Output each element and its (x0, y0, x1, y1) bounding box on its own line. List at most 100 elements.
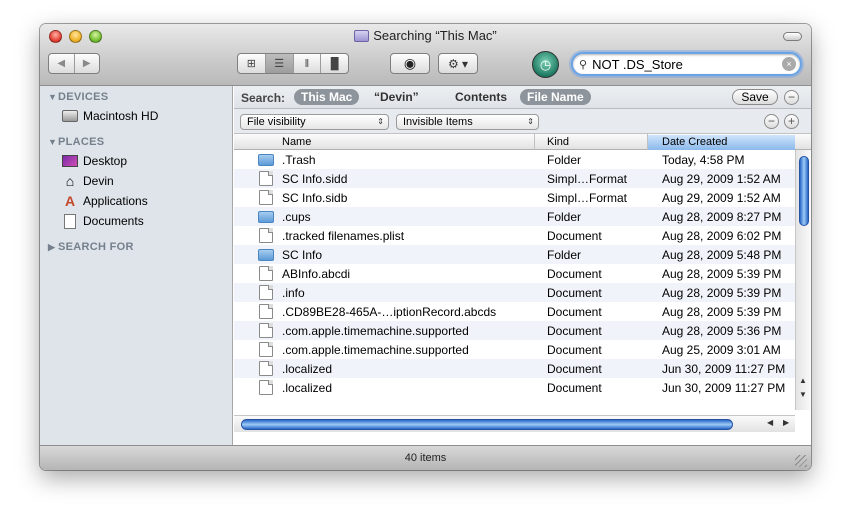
file-row[interactable]: .Trash Folder Today, 4:58 PM (234, 150, 795, 169)
save-search-button[interactable]: Save (732, 89, 778, 105)
sidebar-item-label: Applications (83, 194, 148, 208)
file-date-created: Jun 30, 2009 11:27 PM (662, 361, 786, 376)
file-row[interactable]: SC Info.sidb Simpl…Format Aug 29, 2009 1:5… (234, 188, 795, 207)
time-machine-button[interactable]: ◷ (532, 51, 559, 78)
document-icon (259, 285, 273, 300)
status-bar: 40 items (40, 445, 811, 470)
clear-search-icon[interactable]: × (782, 57, 796, 71)
scroll-left-arrow-icon[interactable]: ◀ (767, 418, 773, 427)
file-row[interactable]: SC Info Folder Aug 28, 2009 5:48 PM (234, 245, 795, 264)
forward-button[interactable]: ▶ (73, 54, 100, 73)
toolbar-toggle-button[interactable] (783, 32, 802, 41)
criteria-attribute-value: File visibility (247, 116, 306, 128)
contents-button[interactable]: Contents (448, 89, 514, 105)
file-name: .com.apple.timemachine.supported (282, 342, 469, 357)
desktop-icon (62, 155, 78, 167)
file-date-created: Aug 28, 2009 5:39 PM (662, 285, 782, 300)
file-row[interactable]: .CD89BE28-465A-…iptionRecord.abcds Docume… (234, 302, 795, 321)
file-row[interactable]: SC Info.sidd Simpl…Format Aug 29, 2009 1:5… (234, 169, 795, 188)
column-view-button[interactable]: ‖ (292, 54, 321, 73)
item-count: 40 items (404, 452, 447, 464)
file-name: SC Info.sidb (282, 190, 348, 205)
document-icon (259, 361, 273, 376)
file-name: .localized (282, 380, 333, 395)
file-kind: Simpl…Format (547, 171, 628, 186)
sidebar-header-devices[interactable]: ▼DEVICES (48, 91, 108, 103)
file-kind: Document (547, 380, 602, 395)
column-header-name[interactable]: Name (282, 135, 311, 150)
sidebar-item-applications[interactable]: A Applications (62, 192, 148, 210)
file-list: Name Kind Date Created .Trash Folder Today… (234, 134, 811, 445)
scroll-down-arrow-icon[interactable]: ▼ (799, 390, 807, 399)
hard-drive-icon (62, 110, 78, 122)
file-kind: Document (547, 266, 602, 281)
file-row[interactable]: .localized Document Jun 30, 2009 11:27 PM (234, 378, 795, 397)
criteria-value-select[interactable]: Invisible Items ⇕ (396, 114, 539, 130)
file-kind: Folder (547, 209, 582, 224)
sidebar-item-desktop[interactable]: Desktop (62, 152, 127, 170)
file-row[interactable]: .tracked filenames.plist Document Aug 28, … (234, 226, 795, 245)
window-title-text: Searching “This Mac” (373, 28, 497, 43)
sidebar-item-devin[interactable]: ⌂ Devin (62, 172, 114, 190)
vertical-scrollbar[interactable]: ▲ ▼ (795, 150, 811, 410)
sidebar-header-places[interactable]: ▼PLACES (48, 136, 104, 148)
file-name: SC Info.sidd (282, 171, 348, 186)
file-kind: Document (547, 228, 602, 243)
sidebar-header-label: SEARCH FOR (58, 241, 134, 253)
icon-view-button[interactable]: ⊞ (238, 54, 265, 73)
vertical-scroll-thumb[interactable] (799, 156, 809, 226)
file-date-created: Aug 28, 2009 5:36 PM (662, 323, 782, 338)
file-date-created: Aug 28, 2009 8:27 PM (662, 209, 782, 224)
remove-search-button[interactable]: − (784, 90, 799, 105)
search-field[interactable]: ⚲ × (571, 52, 802, 76)
scroll-right-arrow-icon[interactable]: ▶ (783, 418, 789, 427)
column-header-kind[interactable]: Kind (547, 135, 569, 150)
sidebar-item-documents[interactable]: Documents (62, 212, 144, 230)
document-icon (259, 190, 273, 205)
file-date-created: Aug 28, 2009 5:48 PM (662, 247, 782, 262)
file-name: .localized (282, 361, 333, 376)
sidebar-item-macintosh-hd[interactable]: Macintosh HD (62, 107, 158, 125)
file-row[interactable]: ABInfo.abcdi Document Aug 28, 2009 5:39 PM (234, 264, 795, 283)
cover-flow-button[interactable]: █ (320, 54, 348, 73)
scope-devin-button[interactable]: “Devin” (367, 89, 426, 105)
folder-icon (258, 249, 274, 261)
file-date-created: Aug 25, 2009 3:01 AM (662, 342, 781, 357)
gear-icon: ⚙ ▾ (447, 56, 469, 71)
criteria-attribute-select[interactable]: File visibility ⇕ (240, 114, 389, 130)
file-date-created: Aug 29, 2009 1:52 AM (662, 190, 781, 205)
file-row[interactable]: .localized Document Jun 30, 2009 11:27 PM (234, 359, 795, 378)
back-forward-group: ◀ ▶ (48, 53, 100, 74)
horizontal-scroll-thumb[interactable] (241, 419, 733, 430)
add-criteria-button[interactable]: + (784, 114, 799, 129)
sidebar-header-label: PLACES (58, 136, 105, 148)
back-button[interactable]: ◀ (49, 54, 74, 73)
file-date-created: Jun 30, 2009 11:27 PM (662, 380, 786, 395)
remove-criteria-button[interactable]: − (764, 114, 779, 129)
sidebar-item-label: Documents (83, 214, 144, 228)
search-label: Search: (241, 91, 286, 105)
column-divider[interactable] (534, 134, 535, 150)
list-view-button[interactable]: ☰ (264, 54, 293, 73)
file-kind: Document (547, 285, 602, 300)
sidebar-header-search-for[interactable]: ▶ SEARCH FOR (48, 241, 134, 253)
search-input[interactable] (592, 56, 773, 72)
scope-this-mac-button[interactable]: This Mac (294, 89, 360, 105)
action-menu-button[interactable]: ⚙ ▾ (438, 53, 478, 74)
column-header-date-created[interactable]: Date Created (648, 135, 795, 150)
file-name-button[interactable]: File Name (520, 89, 591, 105)
file-row[interactable]: .com.apple.timemachine.supported Document… (234, 340, 795, 359)
file-row[interactable]: .com.apple.timemachine.supported Document… (234, 321, 795, 340)
view-mode-group: ⊞ ☰ ‖ █ (237, 53, 349, 74)
sidebar: ▼DEVICES Macintosh HD ▼PLACES Desktop ⌂ D… (40, 86, 233, 445)
quick-look-button[interactable]: ◉ (390, 53, 430, 74)
file-row[interactable]: .cups Folder Aug 28, 2009 8:27 PM (234, 207, 795, 226)
horizontal-scrollbar[interactable]: ◀ ▶ (234, 415, 795, 432)
scroll-up-arrow-icon[interactable]: ▲ (799, 376, 807, 385)
resize-grip-icon[interactable] (795, 455, 807, 467)
file-kind: Folder (547, 152, 582, 167)
home-icon: ⌂ (65, 173, 75, 189)
file-name: .tracked filenames.plist (282, 228, 405, 243)
document-icon (259, 228, 273, 243)
file-row[interactable]: .info Document Aug 28, 2009 5:39 PM (234, 283, 795, 302)
